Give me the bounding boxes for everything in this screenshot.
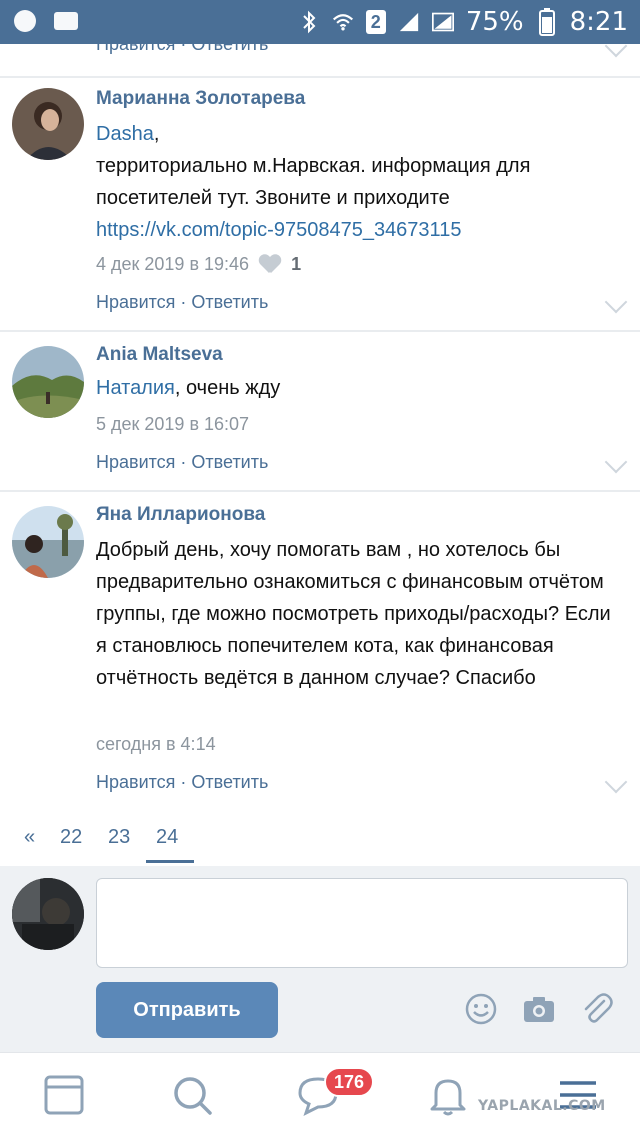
- comment-author[interactable]: Яна Илларионова: [96, 504, 265, 526]
- heart-icon[interactable]: [259, 255, 281, 275]
- comment: Яна Илларионова Добрый день, хочу помога…: [0, 492, 640, 812]
- chevron-down-icon[interactable]: [604, 44, 628, 58]
- messages-badge: 176: [324, 1067, 375, 1097]
- comment-meta: 4 дек 2019 в 19:46 1: [96, 254, 301, 275]
- news-feed-icon[interactable]: [42, 1073, 86, 1117]
- mention-link[interactable]: Наталия: [96, 377, 175, 399]
- like-count: 1: [291, 254, 302, 274]
- signal-icon: [398, 10, 420, 34]
- actions-link[interactable]: Нравится · Ответить: [96, 292, 268, 313]
- comment-input[interactable]: [96, 878, 628, 968]
- avatar[interactable]: [12, 346, 84, 418]
- comment-text: , очень жду: [174, 377, 281, 399]
- actions-link[interactable]: Нравится · Ответить: [96, 44, 268, 55]
- comment-body: Dasha, территориально м.Нарвская. информ…: [96, 118, 626, 246]
- camera-icon[interactable]: [522, 992, 556, 1026]
- url-link[interactable]: https://vk.com/topic-97508475_34673115: [96, 219, 461, 241]
- comment-body: Наталия, очень жду: [96, 372, 626, 404]
- clock: 8:21: [569, 7, 628, 37]
- previous-comment-actions: Нравится · Ответить: [0, 44, 640, 76]
- battery-icon: [536, 8, 558, 36]
- pagination: « 22 23 24: [0, 812, 640, 866]
- signal-icon-2: [431, 10, 454, 34]
- shirt-icon: [54, 12, 78, 30]
- bottom-navigation: 176: [0, 1052, 640, 1138]
- comment-author[interactable]: Марианна Золотарева: [96, 88, 305, 110]
- comment-date: 5 дек 2019 в 16:07: [96, 414, 250, 434]
- notifications-bell-icon[interactable]: [426, 1073, 470, 1117]
- avatar[interactable]: [12, 88, 84, 160]
- comment-composer: Отправить: [0, 866, 640, 1052]
- chevron-down-icon[interactable]: [604, 770, 628, 794]
- comment: Ania Maltseva Наталия, очень жду 5 дек 2…: [0, 332, 640, 490]
- avatar[interactable]: [12, 506, 84, 578]
- chevron-down-icon[interactable]: [604, 450, 628, 474]
- watermark: YAPLAKAL.COM: [478, 1098, 606, 1114]
- bluetooth-icon: [298, 10, 320, 34]
- search-icon[interactable]: [170, 1073, 214, 1117]
- notification-icon: [14, 10, 36, 32]
- comment: Марианна Золотарева Dasha, территориальн…: [0, 78, 640, 330]
- battery-percent: 75%: [465, 7, 524, 37]
- comment-author[interactable]: Ania Maltseva: [96, 344, 223, 366]
- comment-text: ,: [153, 123, 160, 145]
- status-bar: 2 75% 8:21: [0, 0, 640, 44]
- active-page-underline: [146, 860, 194, 863]
- attach-icon[interactable]: [580, 992, 614, 1026]
- my-avatar: [12, 878, 84, 950]
- emoji-icon[interactable]: [464, 992, 498, 1026]
- pager-page-active[interactable]: 24: [156, 826, 178, 849]
- wifi-icon: [332, 10, 354, 34]
- comment-date: сегодня в 4:14: [96, 734, 216, 754]
- pager-page[interactable]: 23: [108, 826, 130, 849]
- send-button[interactable]: Отправить: [96, 982, 278, 1038]
- sim-indicator: 2: [365, 10, 386, 34]
- pager-page[interactable]: 22: [60, 826, 82, 849]
- comment-text: Добрый день, хочу помогать вам , но хоте…: [96, 539, 611, 689]
- actions-link[interactable]: Нравится · Ответить: [96, 452, 268, 473]
- chevron-down-icon[interactable]: [604, 290, 628, 314]
- pager-prev[interactable]: «: [24, 826, 35, 849]
- comment-date: 4 дек 2019 в 19:46: [96, 254, 250, 274]
- comment-text: территориально м.Нарвская. информация дл…: [96, 155, 531, 209]
- actions-link[interactable]: Нравится · Ответить: [96, 772, 268, 793]
- mention-link[interactable]: Dasha: [96, 123, 154, 145]
